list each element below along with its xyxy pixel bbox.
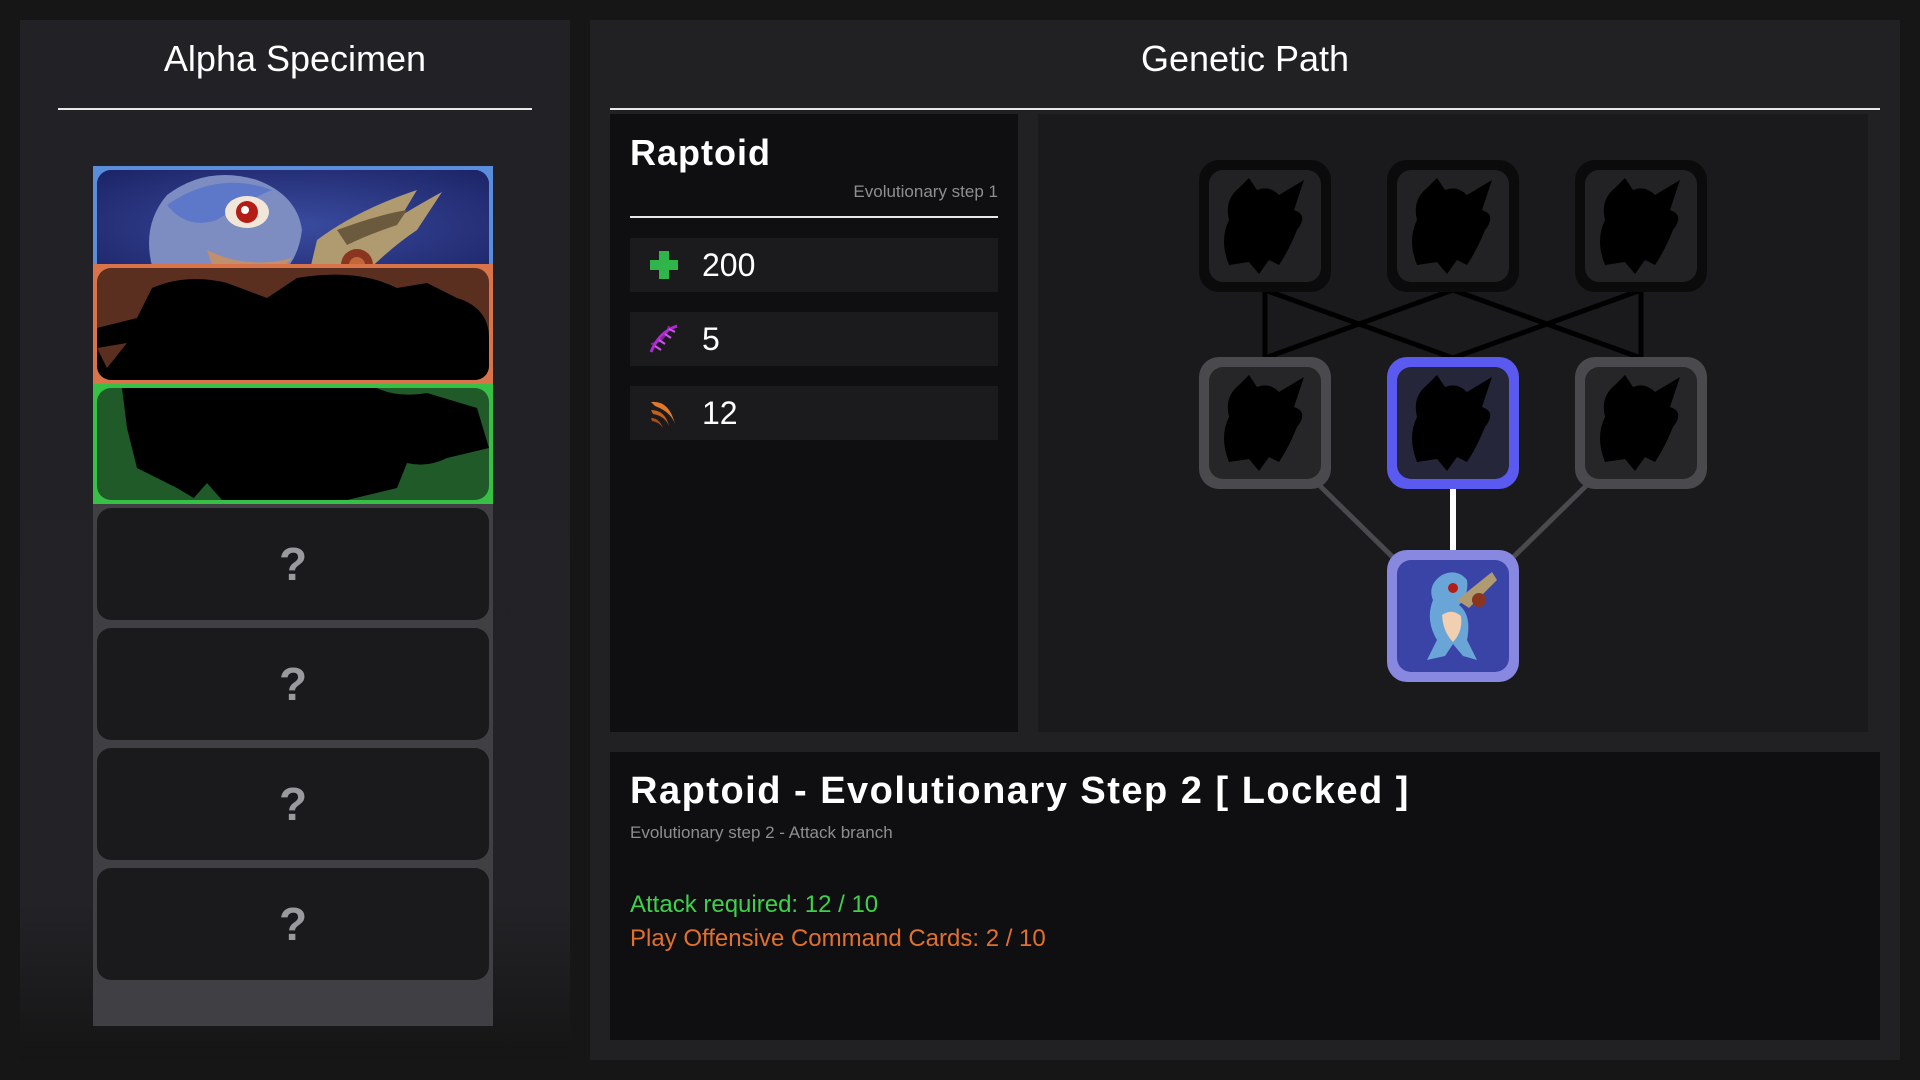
alpha-specimen-title: Alpha Specimen: [58, 38, 532, 110]
specimen-list: ? ? ? ?: [93, 166, 493, 1026]
evolution-info-card: Raptoid - Evolutionary Step 2 [ Locked ]…: [610, 752, 1880, 1040]
stat-dna: 5: [630, 312, 998, 366]
stat-attack-value: 12: [702, 394, 738, 431]
tree-node-tier2-2-selected[interactable]: [1387, 357, 1519, 489]
question-icon: ?: [278, 898, 308, 950]
empty-slot: ?: [97, 748, 489, 860]
stat-health-value: 200: [702, 246, 756, 283]
tree-node-tier3-1[interactable]: [1199, 160, 1331, 292]
evolution-tree: [1038, 114, 1868, 732]
claw-icon: [646, 395, 682, 431]
locked-silhouette: [1585, 170, 1697, 282]
requirement-command-cards: Play Offensive Command Cards: 2 / 10: [630, 925, 1046, 952]
silhouette: [1585, 367, 1697, 479]
genetic-path-title: Genetic Path: [610, 38, 1880, 110]
genetic-path-panel: Genetic Path Raptoid Evolutionary step 1…: [590, 20, 1900, 1060]
dna-icon: [646, 321, 682, 357]
question-icon: ?: [278, 538, 308, 590]
stat-attack: 12: [630, 386, 998, 440]
specimen-silhouette: [97, 388, 489, 500]
question-icon: ?: [278, 658, 308, 710]
tree-node-tier3-3[interactable]: [1575, 160, 1707, 292]
evolution-title: Raptoid - Evolutionary Step 2 [ Locked ]: [630, 770, 1410, 812]
specimen-silhouette: [97, 268, 489, 380]
tree-node-tier2-1[interactable]: [1199, 357, 1331, 489]
locked-silhouette: [1209, 170, 1321, 282]
specimen-slot-6[interactable]: ?: [93, 744, 493, 864]
alpha-specimen-panel: Alpha Specimen ? ? ? ?: [20, 20, 570, 1060]
specimen-slot-3[interactable]: [93, 384, 493, 504]
species-step: Evolutionary step 1: [853, 182, 998, 201]
specimen-slot-5[interactable]: ?: [93, 624, 493, 744]
empty-slot: ?: [97, 868, 489, 980]
tree-node-tier3-2[interactable]: [1387, 160, 1519, 292]
question-icon: ?: [278, 778, 308, 830]
silhouette: [1209, 367, 1321, 479]
tree-node-root-raptoid[interactable]: [1387, 550, 1519, 682]
specimen-slot-7[interactable]: ?: [93, 864, 493, 984]
silhouette: [1397, 367, 1509, 479]
specimen-slot-4[interactable]: ?: [93, 504, 493, 624]
tree-node-tier2-3[interactable]: [1575, 357, 1707, 489]
stat-dna-value: 5: [702, 320, 720, 357]
specimen-slot-2[interactable]: [93, 264, 493, 384]
health-cross-icon: [646, 247, 682, 283]
raptoid-icon: [1397, 560, 1509, 672]
species-stats-card: Raptoid Evolutionary step 1 200 5 12: [610, 114, 1018, 732]
stat-health: 200: [630, 238, 998, 292]
empty-slot: ?: [97, 508, 489, 620]
evolution-subtitle: Evolutionary step 2 - Attack branch: [630, 823, 893, 842]
empty-slot: ?: [97, 628, 489, 740]
species-name: Raptoid: [630, 132, 771, 173]
locked-silhouette: [1397, 170, 1509, 282]
stats-divider: [630, 216, 998, 218]
requirement-attack: Attack required: 12 / 10: [630, 891, 879, 918]
